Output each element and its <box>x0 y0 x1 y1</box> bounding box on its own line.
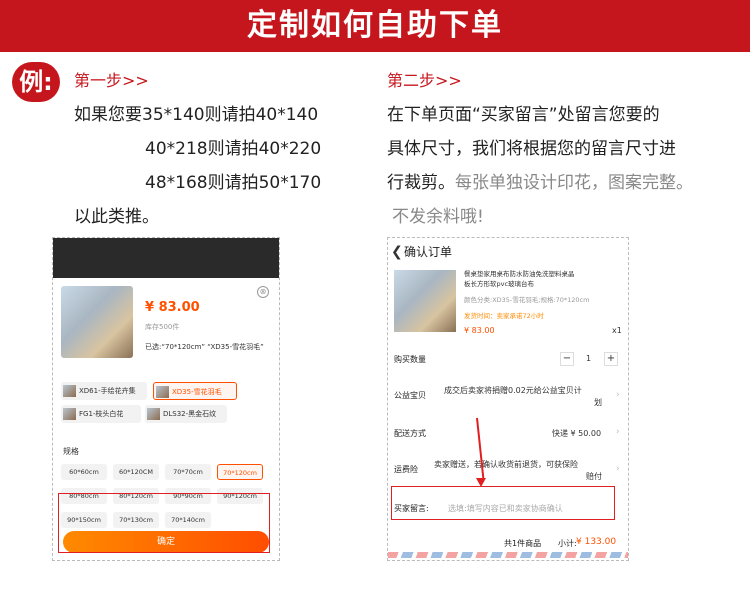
step2-line-4: 不发余料哦! <box>392 207 484 227</box>
step1-line-1: 如果您要35*140则请拍40*140 <box>74 105 319 125</box>
order-product-thumbnail <box>394 270 456 332</box>
style-label: DLS32-黑金石纹 <box>163 410 217 418</box>
style-swatch <box>156 386 169 398</box>
charity-text-1: 成交后卖家将捐赠0.02元给公益宝贝计 <box>444 386 582 395</box>
example-badge: 例: <box>12 62 60 102</box>
step1-line-2: 40*218则请拍40*220 <box>145 139 322 159</box>
size-option[interactable]: 60*120CM <box>113 464 159 480</box>
footer-count: 共1件商品 <box>504 539 542 548</box>
step1-line-3: 48*168则请拍50*170 <box>145 173 322 193</box>
step2-line-2: 具体尺寸，我们将根据您的留言尺寸进 <box>387 139 676 159</box>
airmail-stripe <box>388 552 628 558</box>
footer-subtotal-label: 小计: <box>558 539 577 548</box>
spec-label: 规格 <box>63 447 79 456</box>
product-attributes: 颜色分类:XD35-雪花羽毛;规格:70*120cm <box>464 296 590 304</box>
chevron-right-icon[interactable]: › <box>616 390 620 400</box>
ship-note: 发货时间：卖家承诺72小时 <box>464 312 544 320</box>
style-swatch <box>63 385 76 397</box>
order-price: ¥ 83.00 <box>464 326 495 335</box>
step2-line-3-grey: 每张单独设计印花，图案完整。 <box>455 173 693 193</box>
step2-line-3-main: 行裁剪。 <box>387 173 455 193</box>
close-icon[interactable]: ⊗ <box>257 286 269 298</box>
arrow-down-icon <box>476 478 486 487</box>
qty-plus-button[interactable]: + <box>604 352 618 366</box>
step2-title: 第二步>> <box>387 71 462 90</box>
left-highlight-box <box>58 493 270 553</box>
style-swatch <box>63 408 76 420</box>
insurance-text-2: 赔付 <box>586 472 602 481</box>
insurance-text-1: 卖家赠送，若确认收货前退货，可获保险 <box>434 460 578 469</box>
style-label: FG1-枝头白花 <box>79 410 124 418</box>
size-option-selected[interactable]: 70*120cm <box>217 464 263 480</box>
chevron-right-icon[interactable]: › <box>616 427 620 437</box>
size-option[interactable]: 70*70cm <box>165 464 211 480</box>
message-highlight-box <box>391 486 615 520</box>
style-label: XD35-雪花羽毛 <box>172 388 222 396</box>
style-label: XD61-手绘花卉集 <box>79 387 136 395</box>
product-title-2: 板长方形软pvc玻璃台布 <box>464 280 535 288</box>
step1-title: 第一步>> <box>74 71 149 90</box>
style-option-xd61[interactable]: XD61-手绘花卉集 <box>61 382 147 400</box>
shipping-value: 快递 ¥ 50.00 <box>552 429 602 438</box>
step1-line-4: 以此类推。 <box>74 207 159 227</box>
style-option-xd35[interactable]: XD35-雪花羽毛 <box>153 382 237 400</box>
order-footer: 共1件商品 小计: ¥ 133.00 <box>388 534 628 552</box>
order-header: 确认订单 <box>404 245 453 259</box>
left-phone-overlay <box>53 238 279 278</box>
style-swatch <box>147 408 160 420</box>
qty-value[interactable]: 1 <box>586 354 591 363</box>
qty-minus-button[interactable]: − <box>560 352 574 366</box>
charity-text-2: 划 <box>594 398 602 407</box>
sku-price: ¥ 83.00 <box>145 300 200 315</box>
chevron-right-icon[interactable]: › <box>616 464 620 474</box>
step2-line-1: 在下单页面“买家留言”处留言您要的 <box>387 105 660 125</box>
sku-stock: 库存500件 <box>145 323 180 331</box>
style-option-dls32[interactable]: DLS32-黑金石纹 <box>145 405 227 423</box>
order-qty-x: x1 <box>612 326 622 335</box>
step2-line-3: 行裁剪。每张单独设计印花，图案完整。 <box>387 168 693 193</box>
footer-subtotal: ¥ 133.00 <box>576 537 617 547</box>
banner-title: 定制如何自助下单 <box>247 8 503 43</box>
size-option[interactable]: 60*60cm <box>61 464 107 480</box>
product-thumbnail <box>61 286 133 358</box>
style-option-fg1[interactable]: FG1-枝头白花 <box>61 405 141 423</box>
product-title-1: 餐桌垫家用桌布防水防油免洗塑料桌晶 <box>464 270 575 278</box>
sku-selected: 已选:“70*120cm” “XD35-雪花羽毛” <box>145 343 264 351</box>
